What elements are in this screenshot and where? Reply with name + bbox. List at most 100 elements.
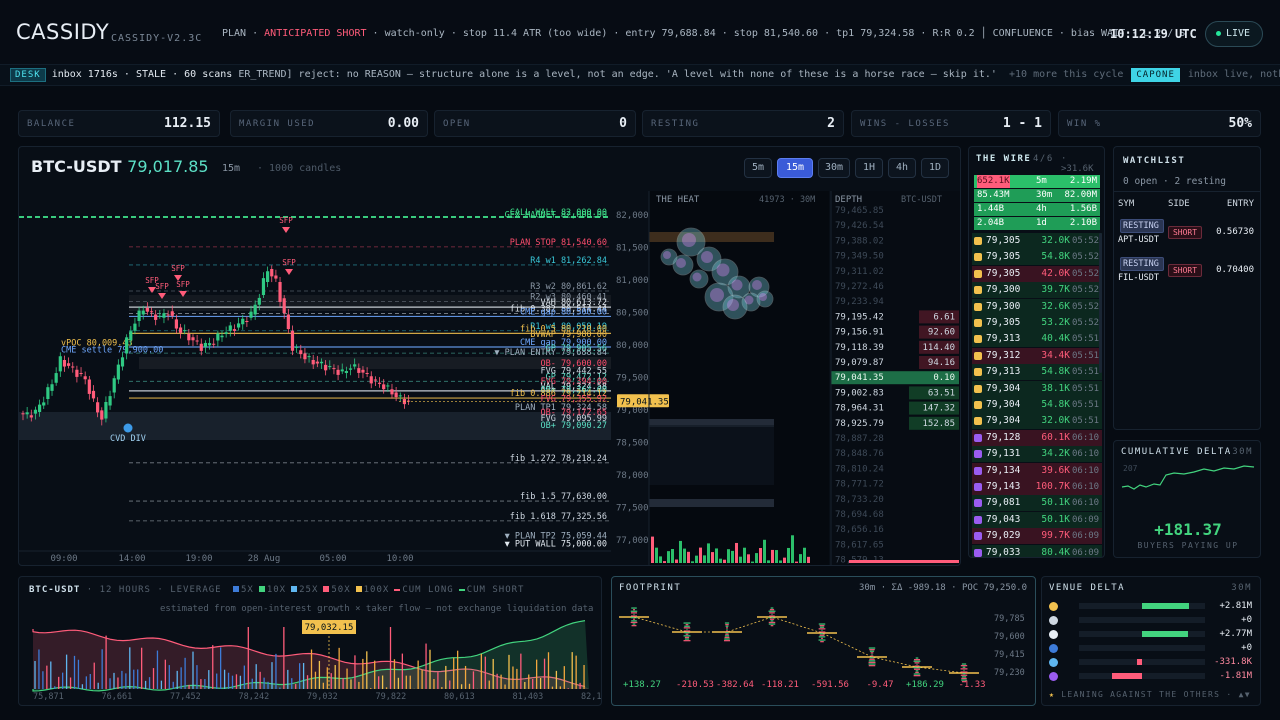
depth-price: 79,426.54 bbox=[835, 221, 884, 231]
liq-axis-label: 82,193 bbox=[581, 692, 602, 702]
venue-bar-track bbox=[1079, 617, 1205, 623]
wire-trade-row[interactable]: 79,304 38.1K 05:51 bbox=[972, 380, 1102, 397]
venue-bar-track bbox=[1079, 673, 1205, 679]
venue-tf: 30M bbox=[1231, 583, 1252, 593]
desk-tag[interactable]: DESK bbox=[10, 68, 46, 82]
binance-icon bbox=[1049, 602, 1058, 611]
candle bbox=[365, 373, 369, 374]
depth-price: 78,733.20 bbox=[835, 495, 884, 505]
venue-value: +0 bbox=[1241, 643, 1252, 653]
liq-marker-label: 79,032.15 bbox=[305, 623, 354, 633]
watchlist-symbol[interactable]: FIL-USDT bbox=[1118, 273, 1159, 283]
wire-size: 80.4K bbox=[1041, 546, 1070, 558]
venue-value: +2.77M bbox=[1219, 629, 1252, 639]
watchlist-symbol[interactable]: APT-USDT bbox=[1118, 235, 1159, 245]
wire-trade-row[interactable]: 79,304 54.8K 05:51 bbox=[972, 397, 1102, 413]
depth-size: 152.85 bbox=[922, 419, 955, 429]
candle bbox=[137, 310, 141, 321]
candle bbox=[315, 361, 319, 364]
footprint-cell bbox=[818, 639, 826, 641]
wire-title: THE WIRE bbox=[976, 154, 1032, 164]
candle bbox=[394, 392, 398, 398]
depth-size: 92.60 bbox=[928, 328, 955, 338]
heat-bubble-core bbox=[759, 293, 767, 301]
depth-size: 6.61 bbox=[933, 312, 955, 322]
footprint-cell bbox=[633, 613, 635, 616]
wire-count: 4/6 bbox=[1033, 154, 1054, 164]
candle bbox=[224, 332, 228, 334]
heat-volume-bar bbox=[679, 540, 682, 563]
wire-time: 06:09 bbox=[1072, 514, 1100, 525]
wire-trade-row[interactable]: 79,033 80.4K 06:09 bbox=[972, 544, 1102, 558]
heat-volume-bar bbox=[719, 558, 722, 563]
col-sym: SYM bbox=[1118, 199, 1135, 209]
exchange-binance-icon bbox=[974, 286, 982, 295]
wire-price: 79,128 bbox=[986, 431, 1021, 443]
stat-value: 50% bbox=[1228, 116, 1252, 131]
watchlist-title: WATCHLIST bbox=[1123, 156, 1186, 166]
wire-time: 05:52 bbox=[1072, 252, 1100, 263]
app-version: CASSIDY-V2.3C bbox=[111, 33, 203, 44]
venue-title: VENUE DELTA bbox=[1049, 583, 1126, 593]
heat-bubble-core bbox=[710, 288, 724, 302]
candle bbox=[96, 402, 100, 413]
wire-trade-row[interactable]: 79,143 100.7K 06:10 bbox=[972, 479, 1102, 495]
wire-trade-row[interactable]: 79,313 54.8K 05:51 bbox=[972, 364, 1102, 381]
footprint-cell bbox=[963, 669, 965, 672]
footprint-cell bbox=[769, 618, 775, 620]
level-label: FVG 79,442.55 bbox=[540, 367, 607, 377]
footprint-cell bbox=[633, 618, 635, 620]
heat-volume-bar bbox=[771, 549, 774, 563]
wire-trade-row[interactable]: 79,128 60.1K 06:10 bbox=[972, 429, 1102, 446]
wire-trade-row[interactable]: 79,300 39.7K 05:52 bbox=[972, 282, 1102, 299]
candle bbox=[324, 364, 328, 371]
heat-bubble-core bbox=[682, 233, 696, 247]
depth-price: 79,118.39 bbox=[835, 343, 884, 353]
wire-trade-row[interactable]: 79,312 34.4K 05:51 bbox=[972, 347, 1102, 364]
candle bbox=[29, 415, 33, 418]
wire-trade-row[interactable]: 79,305 54.8K 05:52 bbox=[972, 249, 1102, 266]
chart-canvas[interactable]: THE HEAT 41973 · 30M DEPTH BTC-USDT 79,465.8… bbox=[19, 147, 961, 566]
wire-price: 79,304 bbox=[986, 382, 1021, 394]
capone-tag[interactable]: CAPONE bbox=[1131, 68, 1180, 82]
wire-trade-row[interactable]: 79,134 39.6K 06:10 bbox=[972, 462, 1102, 479]
footprint-cell bbox=[684, 625, 690, 627]
heat-band bbox=[649, 499, 774, 507]
venue-bar-track bbox=[1079, 659, 1205, 665]
footprint-cell bbox=[725, 624, 729, 626]
wire-trade-row[interactable]: 79,305 42.0K 05:52 bbox=[972, 265, 1102, 282]
ticker-more[interactable]: +10 more this cycle bbox=[1009, 69, 1123, 80]
footprint-cell bbox=[633, 609, 635, 611]
wire-trade-row[interactable]: 79,305 32.0K 05:52 bbox=[972, 233, 1102, 249]
message-ticker: DESK inbox 1716s · STALE · 60 scans ER_TR… bbox=[0, 64, 1280, 86]
wire-size: 39.7K bbox=[1041, 284, 1070, 296]
candle bbox=[170, 311, 174, 316]
depth-price: 78,656.16 bbox=[835, 525, 884, 535]
level-label: GEX MAGNET 82,000.00 bbox=[505, 211, 607, 221]
wire-trade-row[interactable]: 79,043 50.1K 06:09 bbox=[972, 511, 1102, 528]
kraken-icon bbox=[1049, 658, 1058, 667]
wire-trade-row[interactable]: 79,029 99.7K 06:09 bbox=[972, 528, 1102, 545]
depth-size: 63.51 bbox=[928, 388, 955, 398]
liq-axis-label: 77,452 bbox=[170, 692, 201, 702]
depth-price: 79,233.94 bbox=[835, 297, 884, 307]
wire-trade-row[interactable]: 79,313 40.4K 05:51 bbox=[972, 331, 1102, 348]
wire-time: 06:10 bbox=[1072, 465, 1100, 476]
wire-scrollbar[interactable] bbox=[1099, 233, 1102, 373]
time-axis-label: 09:00 bbox=[50, 554, 77, 564]
candle bbox=[253, 304, 257, 315]
candle bbox=[369, 376, 373, 384]
sfp-label: SFP bbox=[282, 258, 296, 267]
heat-volume-bar bbox=[683, 548, 686, 563]
price-chart-panel: BTC-USDT 79,017.85 15m · 1000 candles 5m… bbox=[18, 146, 961, 566]
wire-trade-row[interactable]: 79,305 53.2K 05:52 bbox=[972, 315, 1102, 331]
candle bbox=[290, 330, 295, 351]
wire-trade-row[interactable]: 79,131 34.2K 06:10 bbox=[972, 446, 1102, 463]
wire-trade-row[interactable]: 79,081 50.1K 06:10 bbox=[972, 495, 1102, 512]
wire-trade-row[interactable]: 79,300 32.6K 05:52 bbox=[972, 298, 1102, 315]
candle bbox=[195, 340, 199, 342]
wire-price: 79,305 bbox=[986, 267, 1021, 279]
live-button[interactable]: LIVE bbox=[1205, 21, 1263, 47]
wire-trade-row[interactable]: 79,304 32.0K 05:51 bbox=[972, 413, 1102, 430]
wire-time: 05:52 bbox=[1072, 318, 1100, 328]
